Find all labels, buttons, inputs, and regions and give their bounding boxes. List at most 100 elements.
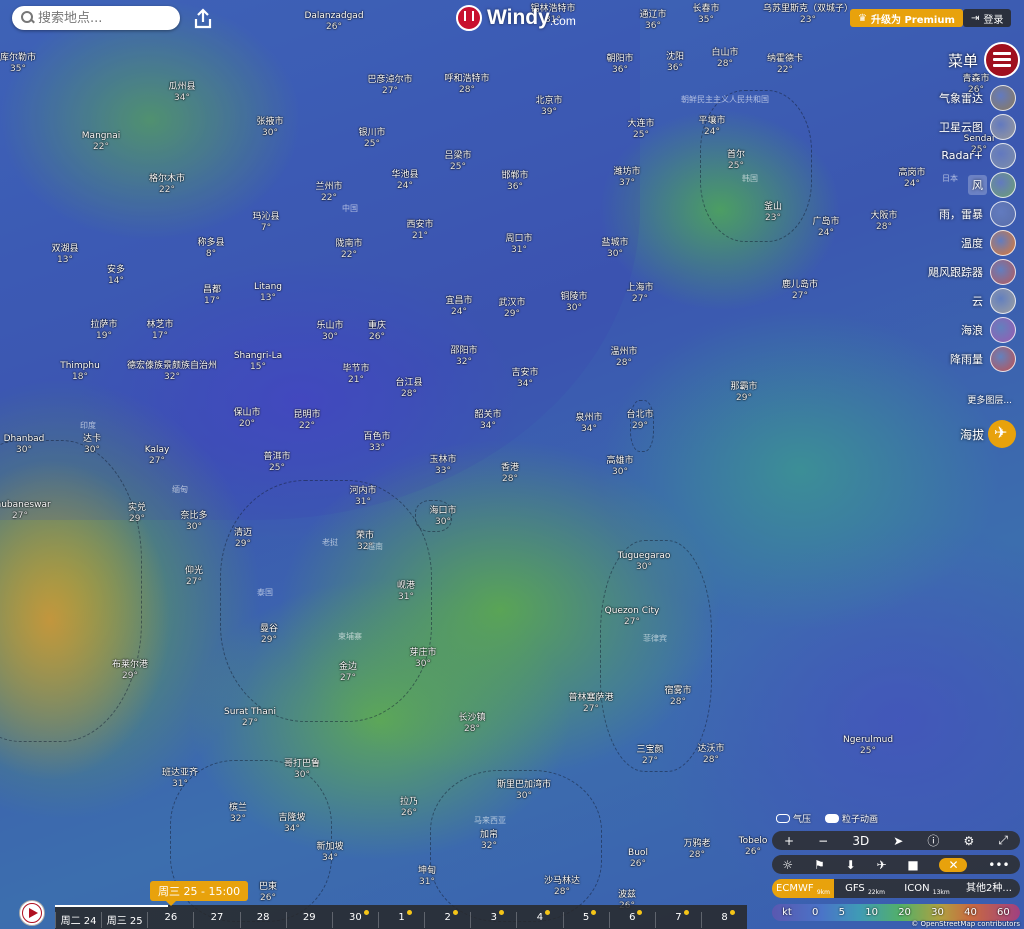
city-label[interactable]: Tuguegarao 30° <box>618 551 671 573</box>
city-label[interactable]: 香港 28° <box>501 463 519 485</box>
city-label[interactable]: 实兑 29° <box>128 503 146 525</box>
city-label[interactable]: 邯郸市 36° <box>501 171 528 193</box>
wind-speed-legend[interactable]: kt 0 5 10 20 30 40 60 <box>772 904 1020 921</box>
city-label[interactable]: 那霸市 29° <box>730 382 757 404</box>
city-label[interactable]: 拉乃 26° <box>400 797 418 819</box>
layer-item[interactable]: 气象雷达 <box>896 84 1016 111</box>
video-icon[interactable]: ■ <box>907 858 918 872</box>
city-label[interactable]: 巴彦淖尔市 27° <box>367 75 412 97</box>
city-label[interactable]: 张掖市 30° <box>256 117 283 139</box>
city-label[interactable]: 仰光 27° <box>185 566 203 588</box>
city-label[interactable]: 毕节市 21° <box>342 364 369 386</box>
layer-item[interactable]: 温度 <box>896 229 1016 256</box>
timeline-day[interactable]: 4 <box>516 910 562 928</box>
city-label[interactable]: 库尔勒市 35° <box>0 53 36 75</box>
current-time-bubble[interactable]: 周三 25 - 15:00 <box>150 881 249 906</box>
city-label[interactable]: 韶关市 34° <box>474 410 501 432</box>
share-button[interactable] <box>190 6 216 32</box>
city-label[interactable]: 吉隆坡 34° <box>278 813 305 835</box>
city-label[interactable]: 泉州市 34° <box>575 413 602 435</box>
model-more[interactable]: 其他2种... <box>958 879 1020 898</box>
more-layers-link[interactable]: 更多图层... <box>967 393 1012 406</box>
city-label[interactable]: 呼和浩特市 28° <box>444 74 489 96</box>
search-input[interactable] <box>36 9 180 27</box>
layer-item[interactable]: 风 <box>896 171 1016 198</box>
city-label[interactable]: 达沃市 28° <box>697 744 724 766</box>
city-label[interactable]: 达卡 30° <box>83 434 101 456</box>
city-label[interactable]: 重庆 26° <box>368 321 386 343</box>
timeline-day[interactable]: 28 <box>239 912 286 928</box>
play-button[interactable] <box>19 900 45 926</box>
settings-icon[interactable]: ⚙ <box>964 834 975 848</box>
layer-item[interactable]: 云 <box>896 287 1016 314</box>
city-label[interactable]: 铜陵市 30° <box>560 292 587 314</box>
fullscreen-icon[interactable]: ⤢ <box>998 833 1008 848</box>
city-label[interactable]: 荣市 32° <box>356 531 374 553</box>
timeline-day[interactable]: 26 <box>147 912 193 928</box>
city-label[interactable]: 布莱尔港 29° <box>112 660 148 682</box>
pressure-toggle[interactable]: 气压 <box>776 812 811 825</box>
city-label[interactable]: 格尔木市 22° <box>149 174 185 196</box>
locate-icon[interactable]: ➤ <box>893 834 903 848</box>
city-label[interactable]: 纳霍德卡 22° <box>767 54 803 76</box>
city-label[interactable]: Thimphu 18° <box>60 361 100 383</box>
city-label[interactable]: 槟兰 32° <box>229 803 247 825</box>
city-label[interactable]: 西安市 21° <box>406 220 433 242</box>
city-label[interactable]: 岘港 31° <box>397 581 415 603</box>
city-label[interactable]: 宿雾市 28° <box>664 686 691 708</box>
city-label[interactable]: 通辽市 36° <box>639 10 666 32</box>
city-label[interactable]: 白山市 28° <box>711 48 738 70</box>
city-label[interactable]: 班达亚齐 31° <box>162 768 198 790</box>
more-icon[interactable]: ••• <box>988 858 1009 872</box>
city-label[interactable]: 鹿儿岛市 27° <box>782 280 818 302</box>
city-label[interactable]: 玛沁县 7° <box>252 212 279 234</box>
city-label[interactable]: 台北市 29° <box>626 410 653 432</box>
city-label[interactable]: 沈阳 36° <box>666 52 684 74</box>
city-label[interactable]: 普林塞萨港 27° <box>568 693 613 715</box>
weather-icon[interactable]: ☼ <box>782 858 793 872</box>
timeline-day[interactable]: 周三 25 <box>101 912 147 928</box>
city-label[interactable]: 北京市 39° <box>535 96 562 118</box>
city-label[interactable]: Buol 26° <box>628 848 648 870</box>
city-label[interactable]: 大连市 25° <box>627 119 654 141</box>
city-label[interactable]: 玉林市 33° <box>429 455 456 477</box>
flag-icon[interactable]: ⚑ <box>814 858 825 872</box>
city-label[interactable]: 双湖县 13° <box>51 244 78 266</box>
city-label[interactable]: 瓜州县 34° <box>168 82 195 104</box>
city-label[interactable]: 华池县 24° <box>391 170 418 192</box>
city-label[interactable]: 乌苏里斯克（双城子） 23° <box>763 4 853 26</box>
menu-button[interactable]: 菜单 <box>948 42 1020 78</box>
city-label[interactable]: 林芝市 17° <box>146 320 173 342</box>
download-icon[interactable]: ⬇ <box>846 858 856 872</box>
timeline-day[interactable]: 2 <box>424 910 470 928</box>
city-label[interactable]: 芽庄市 30° <box>409 648 436 670</box>
timeline-day[interactable]: 27 <box>193 912 239 928</box>
city-label[interactable]: 曼谷 29° <box>260 624 278 646</box>
city-label[interactable]: 沙马林达 28° <box>544 876 580 898</box>
city-label[interactable]: 德宏傣族景颇族自治州 32° <box>127 361 217 383</box>
timeline-day[interactable]: 29 <box>285 912 332 928</box>
city-label[interactable]: 吉安市 34° <box>511 368 538 390</box>
timeline-day[interactable]: 30 <box>331 910 378 928</box>
city-label[interactable]: 宜昌市 24° <box>445 296 472 318</box>
city-label[interactable]: 拉萨市 19° <box>90 320 117 342</box>
layer-item[interactable]: 飓风跟踪器 <box>896 258 1016 285</box>
timeline-day[interactable]: 8 <box>700 910 747 928</box>
city-label[interactable]: 坤甸 31° <box>418 866 436 888</box>
timeline-day[interactable]: 1 <box>377 910 424 928</box>
layer-item[interactable]: 海浪 <box>896 316 1016 343</box>
city-label[interactable]: Litang 13° <box>254 282 282 304</box>
city-label[interactable]: 高雄市 30° <box>606 456 633 478</box>
city-label[interactable]: 加帛 32° <box>480 830 498 852</box>
timeline-day[interactable]: 5 <box>562 910 609 928</box>
zoom-in-button[interactable]: + <box>784 834 794 848</box>
city-label[interactable]: 新加坡 34° <box>316 842 343 864</box>
city-label[interactable]: Ngerulmud 25° <box>843 735 893 757</box>
city-label[interactable]: 清迈 29° <box>234 528 252 550</box>
city-label[interactable]: 安多 14° <box>107 265 125 287</box>
city-label[interactable]: 吕梁市 25° <box>444 151 471 173</box>
attribution[interactable]: © OpenStreetMap contributors <box>911 920 1020 928</box>
city-label[interactable]: 三宝颜 27° <box>636 745 663 767</box>
layer-item[interactable]: 雨，雷暴 <box>896 200 1016 227</box>
city-label[interactable]: 海口市 30° <box>429 506 456 528</box>
